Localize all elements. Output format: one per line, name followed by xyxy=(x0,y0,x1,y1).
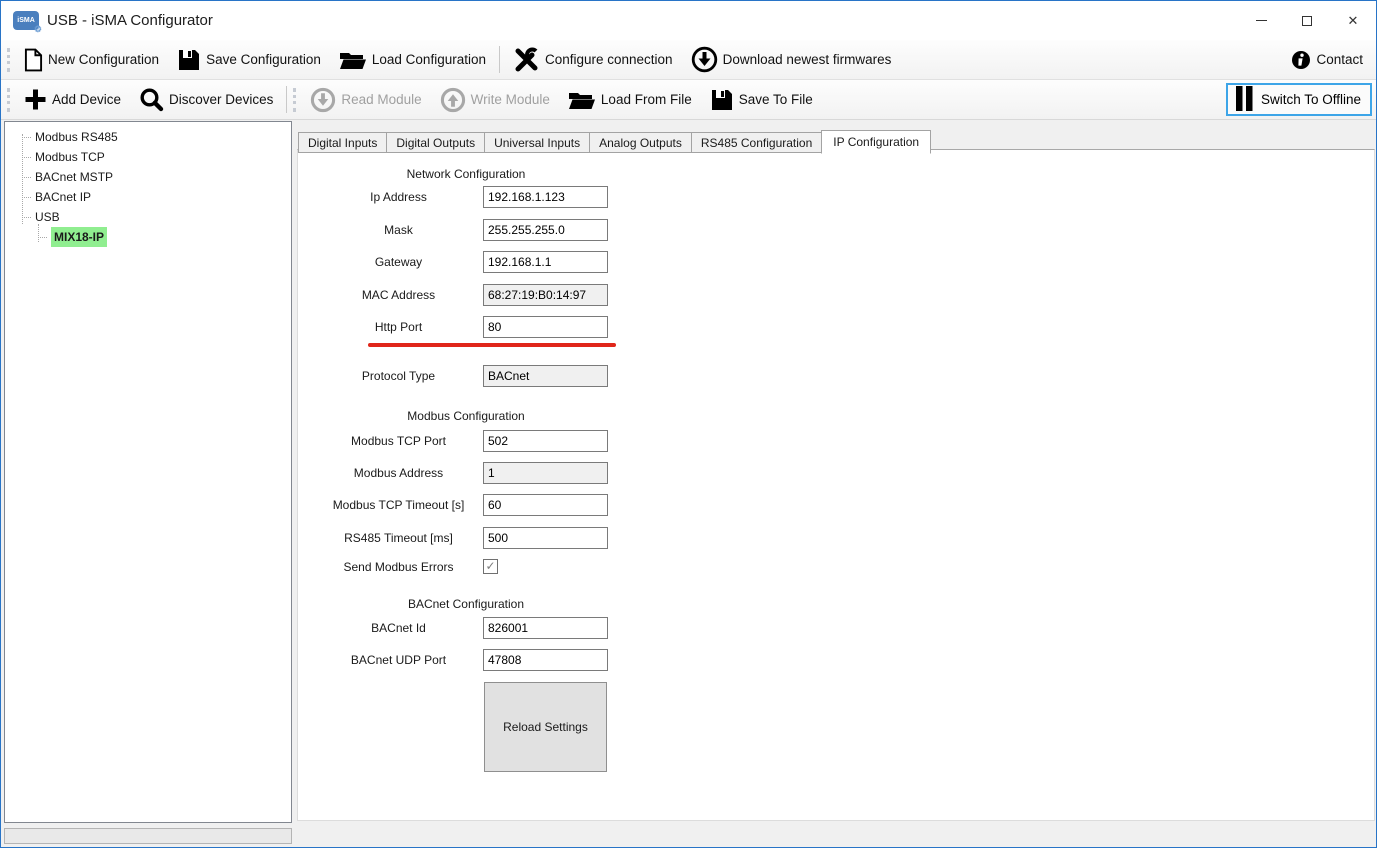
toolbar-grip[interactable] xyxy=(7,48,10,72)
modbus-tcp-port-input[interactable] xyxy=(483,430,608,452)
download-firmwares-button[interactable]: Download newest firmwares xyxy=(682,43,901,76)
ip-configuration-panel: Network Configuration Ip Address Mask Ga… xyxy=(297,149,1375,821)
send-modbus-errors-label: Send Modbus Errors xyxy=(326,556,471,578)
load-configuration-button[interactable]: Load Configuration xyxy=(330,45,495,75)
load-from-file-button[interactable]: Load From File xyxy=(559,85,701,115)
toolbar-separator xyxy=(286,86,287,113)
contact-button[interactable]: Contact xyxy=(1282,47,1372,73)
mac-address-label: MAC Address xyxy=(326,284,471,306)
tools-icon xyxy=(513,46,540,73)
modbus-tcp-port-label: Modbus TCP Port xyxy=(326,430,471,452)
download-circle-icon xyxy=(691,46,718,73)
bacnet-id-label: BACnet Id xyxy=(326,617,471,639)
maximize-icon xyxy=(1302,16,1312,26)
modbus-tcp-timeout-input[interactable] xyxy=(483,494,608,516)
floppy-disk-icon xyxy=(710,88,734,112)
modbus-configuration-header: Modbus Configuration xyxy=(326,409,606,423)
main-toolbar: New Configuration Save Configuration Loa… xyxy=(1,40,1376,80)
save-to-file-button[interactable]: Save To File xyxy=(701,85,822,115)
tab-strip: Digital Inputs Digital Outputs Universal… xyxy=(298,129,930,153)
mask-input[interactable] xyxy=(483,219,608,241)
tree-item-bacnet-mstp[interactable]: BACnet MSTP xyxy=(5,167,291,187)
close-button[interactable]: ✕ xyxy=(1330,1,1376,40)
switch-to-offline-button[interactable]: Switch To Offline xyxy=(1226,83,1372,116)
open-folder-icon xyxy=(339,48,367,72)
toolbar-grip[interactable] xyxy=(293,88,296,112)
ip-address-label: Ip Address xyxy=(326,186,471,208)
rs485-timeout-input[interactable] xyxy=(483,527,608,549)
tree-item-modbus-tcp[interactable]: Modbus TCP xyxy=(5,147,291,167)
protocol-type-input xyxy=(483,365,608,387)
mask-label: Mask xyxy=(326,219,471,241)
progress-bar xyxy=(4,828,292,844)
red-underline-annotation xyxy=(368,343,616,347)
gateway-label: Gateway xyxy=(326,251,471,273)
toolbar-grip[interactable] xyxy=(7,88,10,112)
tab-rs485-configuration[interactable]: RS485 Configuration xyxy=(691,132,822,153)
device-tree: Modbus RS485 Modbus TCP BACnet MSTP BACn… xyxy=(4,121,292,823)
app-window: iSMA USB - iSMA Configurator ✕ New Confi… xyxy=(0,0,1377,848)
info-icon xyxy=(1291,50,1311,70)
tab-universal-inputs[interactable]: Universal Inputs xyxy=(484,132,590,153)
selected-device-label: MIX18-IP xyxy=(51,227,107,247)
tree-item-bacnet-ip[interactable]: BACnet IP xyxy=(5,187,291,207)
modbus-tcp-timeout-label: Modbus TCP Timeout [s] xyxy=(326,494,471,516)
http-port-label: Http Port xyxy=(326,316,471,338)
download-circle-icon xyxy=(310,87,336,113)
modbus-address-label: Modbus Address xyxy=(326,462,471,484)
modbus-address-input xyxy=(483,462,608,484)
discover-devices-button[interactable]: Discover Devices xyxy=(130,84,282,115)
floppy-disk-icon xyxy=(177,48,201,72)
rs485-timeout-label: RS485 Timeout [ms] xyxy=(326,527,471,549)
maximize-button[interactable] xyxy=(1284,1,1330,40)
tree-item-modbus-rs485[interactable]: Modbus RS485 xyxy=(5,127,291,147)
open-folder-icon xyxy=(568,88,596,112)
minimize-button[interactable] xyxy=(1238,1,1284,40)
configure-connection-button[interactable]: Configure connection xyxy=(504,43,682,76)
write-module-button[interactable]: Write Module xyxy=(431,84,559,116)
tree-item-usb[interactable]: USB xyxy=(5,207,291,227)
network-configuration-header: Network Configuration xyxy=(326,167,606,181)
toolbar-separator xyxy=(499,46,500,73)
add-device-button[interactable]: Add Device xyxy=(15,85,130,114)
title-bar: iSMA USB - iSMA Configurator ✕ xyxy=(1,1,1376,40)
ip-address-input[interactable] xyxy=(483,186,608,208)
upload-circle-icon xyxy=(440,87,466,113)
isma-logo-icon: iSMA xyxy=(13,11,39,30)
plus-icon xyxy=(24,88,47,111)
http-port-input[interactable] xyxy=(483,316,608,338)
mac-address-input xyxy=(483,284,608,306)
tree-item-mix18-ip[interactable]: MIX18-IP xyxy=(5,227,291,247)
window-title: USB - iSMA Configurator xyxy=(47,12,213,29)
new-document-icon xyxy=(24,48,43,72)
tab-analog-outputs[interactable]: Analog Outputs xyxy=(589,132,692,153)
close-icon: ✕ xyxy=(1348,13,1359,29)
gateway-input[interactable] xyxy=(483,251,608,273)
tab-digital-outputs[interactable]: Digital Outputs xyxy=(386,132,485,153)
tab-ip-configuration[interactable]: IP Configuration xyxy=(821,130,931,154)
bacnet-configuration-header: BACnet Configuration xyxy=(326,597,606,611)
reload-settings-button[interactable]: Reload Settings xyxy=(484,682,607,772)
device-toolbar: Add Device Discover Devices Read Module … xyxy=(1,80,1376,120)
bacnet-udp-port-input[interactable] xyxy=(483,649,608,671)
bacnet-id-input[interactable] xyxy=(483,617,608,639)
bacnet-udp-port-label: BACnet UDP Port xyxy=(326,649,471,671)
new-configuration-button[interactable]: New Configuration xyxy=(15,45,168,75)
protocol-type-label: Protocol Type xyxy=(326,365,471,387)
read-module-button[interactable]: Read Module xyxy=(301,84,430,116)
tab-digital-inputs[interactable]: Digital Inputs xyxy=(298,132,387,153)
save-configuration-button[interactable]: Save Configuration xyxy=(168,45,330,75)
minimize-icon xyxy=(1256,20,1267,21)
send-modbus-errors-checkbox[interactable]: ✓ xyxy=(483,559,498,574)
search-icon xyxy=(139,87,164,112)
pause-icon xyxy=(1234,85,1255,115)
